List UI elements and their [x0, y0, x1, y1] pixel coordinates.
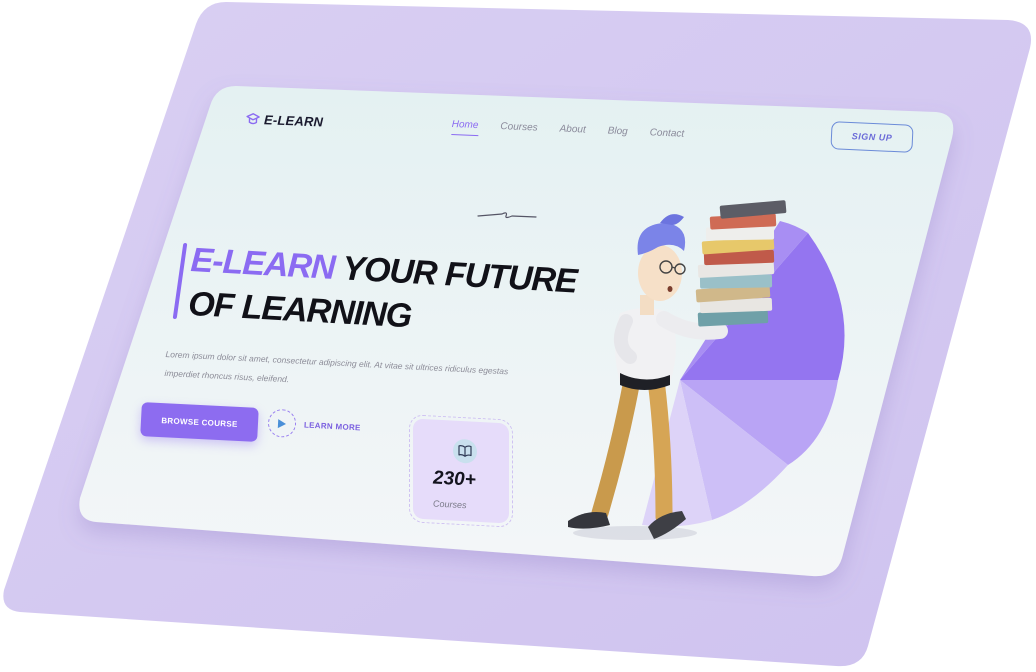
squiggle-decoration: [477, 212, 537, 219]
play-icon: [277, 418, 287, 428]
courses-label: Courses: [433, 498, 467, 511]
graduation-cap-icon: [246, 112, 260, 124]
courses-stat-card: 230+ Courses: [409, 414, 513, 528]
showcase-stage: E-LEARN Home Courses About Blog Contact …: [0, 0, 1036, 672]
book-icon: [458, 445, 472, 457]
nav-courses[interactable]: Courses: [500, 121, 538, 134]
book-icon-badge: [453, 438, 477, 464]
brand-logo[interactable]: E-LEARN: [246, 112, 324, 130]
learn-more-label: LEARN MORE: [303, 419, 361, 432]
browse-course-button[interactable]: BROWSE COURSE: [140, 402, 259, 442]
courses-count: 230+: [433, 467, 476, 491]
learn-more-link[interactable]: LEARN MORE: [267, 408, 361, 442]
hero-title-accent: E-LEARN: [189, 240, 336, 287]
student-books-illustration: [568, 200, 845, 540]
nav-about[interactable]: About: [559, 124, 586, 136]
signup-button[interactable]: SIGN UP: [830, 121, 914, 153]
nav-contact[interactable]: Contact: [649, 127, 684, 139]
brand-name: E-LEARN: [263, 112, 324, 130]
nav-blog[interactable]: Blog: [607, 126, 627, 138]
nav-home[interactable]: Home: [452, 119, 479, 131]
play-button[interactable]: [267, 408, 297, 439]
